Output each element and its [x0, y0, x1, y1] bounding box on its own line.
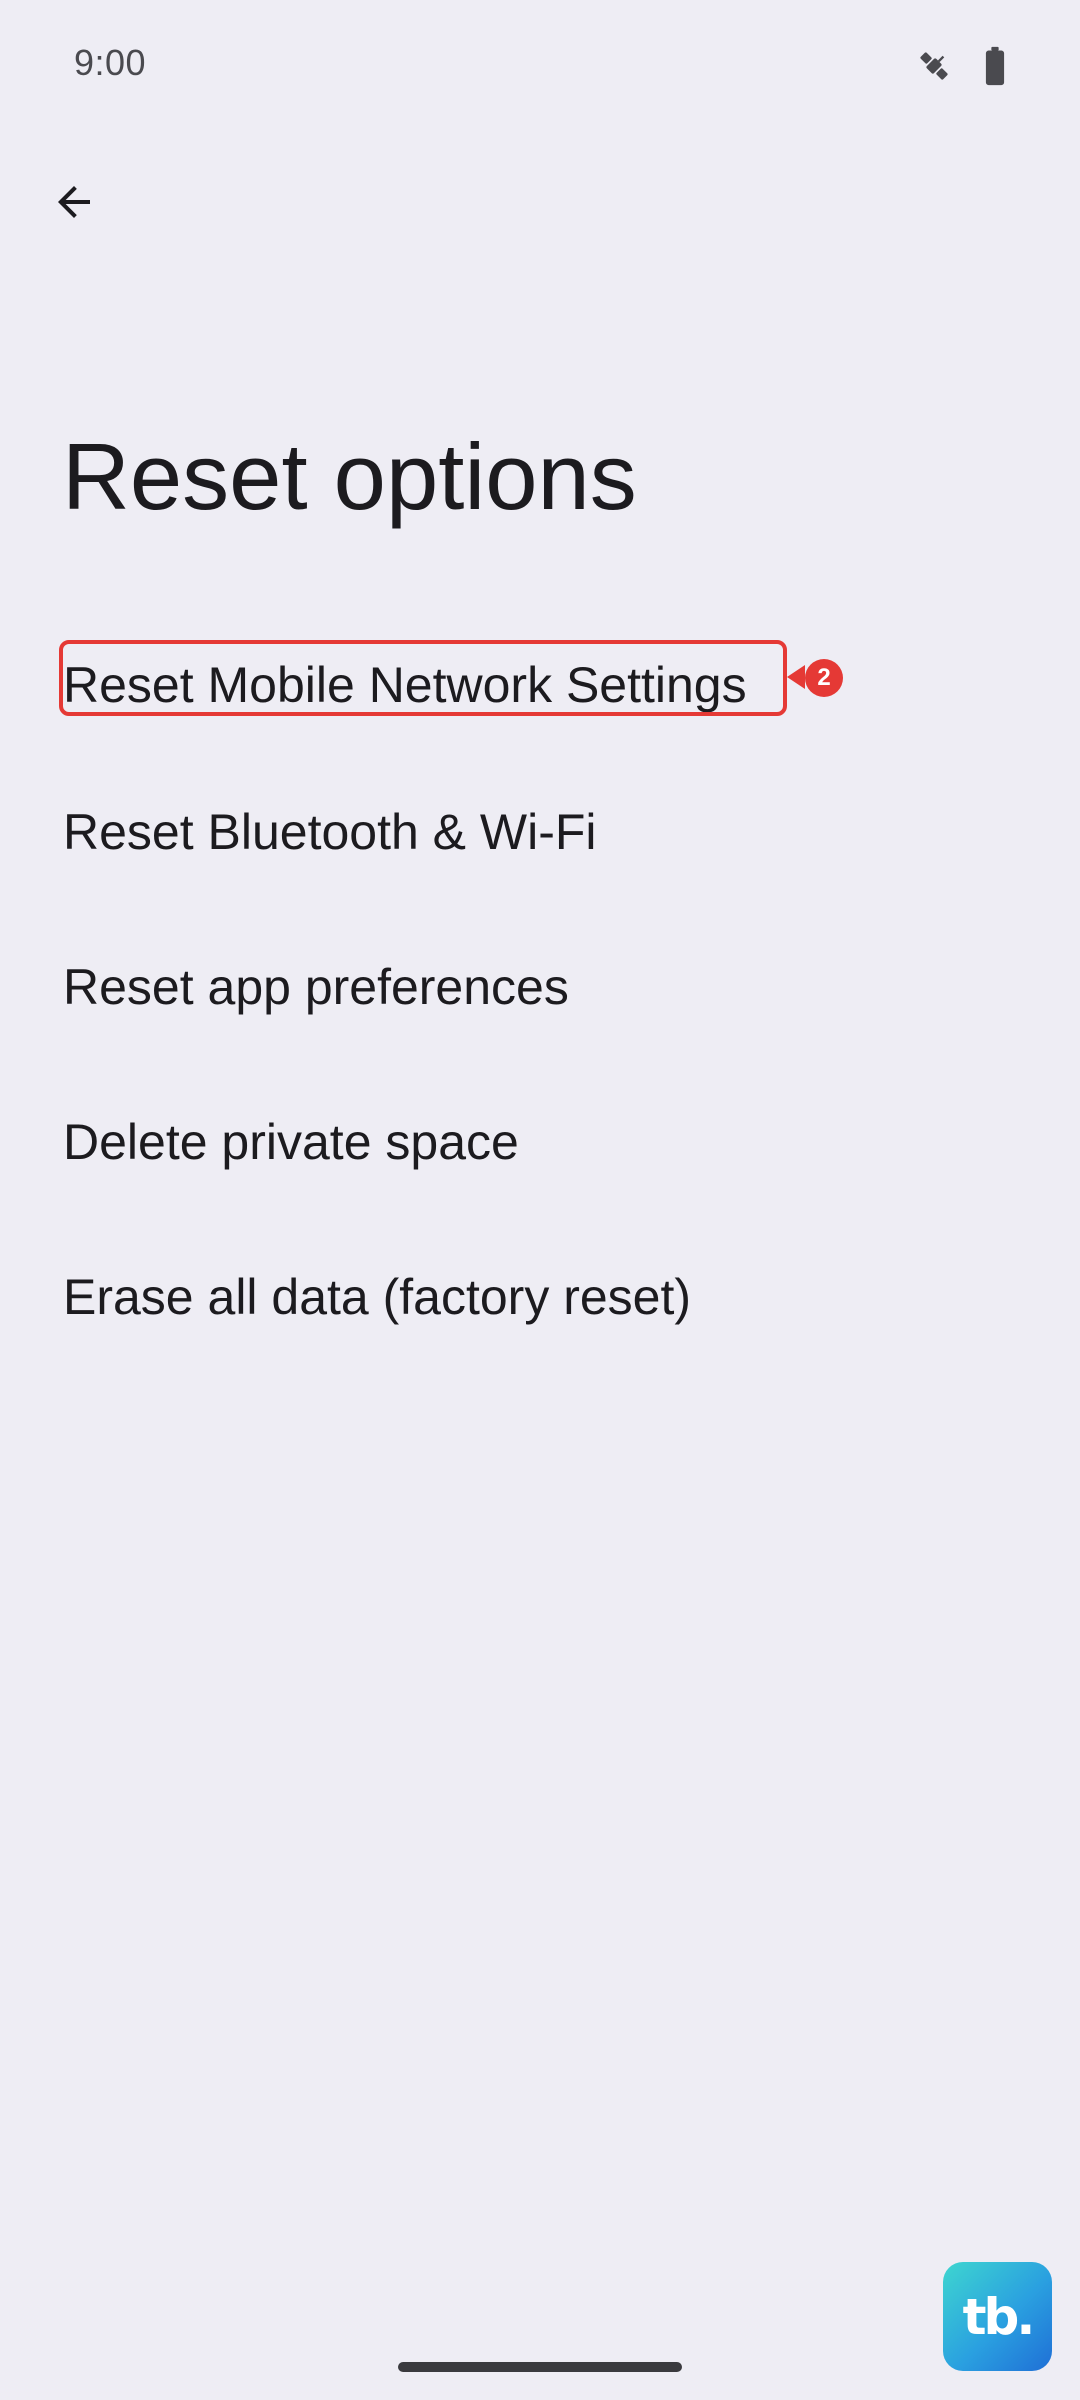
arrow-left-icon — [50, 178, 98, 231]
battery-icon — [978, 44, 1012, 88]
reset-app-preferences-option[interactable]: Reset app preferences — [0, 915, 1080, 1065]
home-indicator[interactable] — [398, 2362, 682, 2372]
step-number-badge: 2 — [805, 659, 843, 697]
delete-private-space-option[interactable]: Delete private space — [0, 1070, 1080, 1220]
option-label: Erase all data (factory reset) — [63, 1269, 692, 1325]
reset-bluetooth-wifi-option[interactable]: Reset Bluetooth & Wi-Fi — [0, 760, 1080, 910]
brand-logo: tb. — [943, 2262, 1052, 2371]
option-label: Reset Bluetooth & Wi-Fi — [63, 804, 597, 860]
factory-reset-option[interactable]: Erase all data (factory reset) — [0, 1225, 1080, 1375]
page-title: Reset options — [62, 424, 637, 529]
option-label: Reset app preferences — [63, 959, 569, 1015]
option-label: Delete private space — [63, 1114, 519, 1170]
status-time: 9:00 — [74, 42, 147, 83]
status-bar: 9:00 — [0, 0, 1080, 130]
annotation-highlight-box — [59, 640, 787, 716]
satellite-icon — [912, 44, 956, 88]
back-button[interactable] — [34, 164, 114, 244]
annotation-pointer — [787, 665, 805, 689]
